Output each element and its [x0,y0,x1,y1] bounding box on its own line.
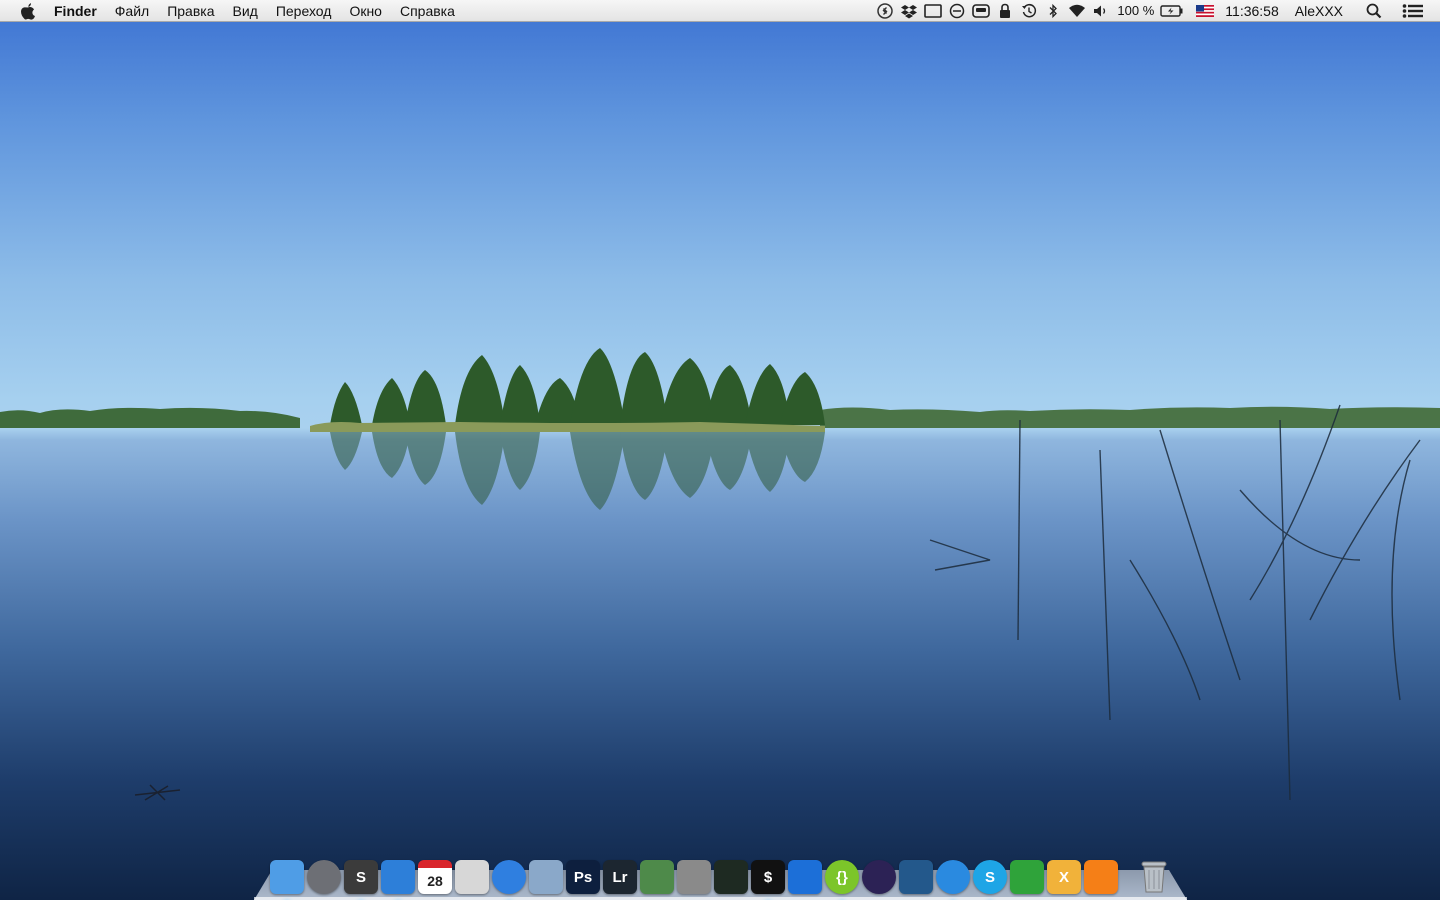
vlc-icon[interactable] [1084,860,1118,894]
menu-go[interactable]: Переход [267,0,341,22]
controller-icon[interactable] [970,0,992,22]
terminal-icon[interactable]: $ [751,860,785,894]
calculator-icon[interactable] [455,860,489,894]
menu-view[interactable]: Вид [224,0,267,22]
volume-icon[interactable] [1090,0,1112,22]
mysql-workbench-icon[interactable] [899,860,933,894]
activity-monitor-icon[interactable] [714,860,748,894]
shazam-icon[interactable] [874,0,896,22]
x11-icon[interactable]: X [1047,860,1081,894]
wifi-icon[interactable] [1066,0,1088,22]
dock-icon-label: Ps [573,868,593,886]
menu-file[interactable]: Файл [106,0,158,22]
sublime-text-icon[interactable]: S [344,860,378,894]
lake-landscape [0,348,1440,801]
dock-icon-label: S [984,868,995,886]
user-menu[interactable]: AleXXX [1287,0,1353,22]
webstorm-icon[interactable] [788,860,822,894]
brackets-icon[interactable]: {} [825,860,859,894]
calendar-icon[interactable]: 28 [418,860,452,894]
trash-icon[interactable] [1137,860,1171,894]
sync-icon[interactable] [946,0,968,22]
preview-icon[interactable] [529,860,563,894]
menu-finder[interactable]: Finder [54,0,106,22]
display-icon[interactable] [922,0,944,22]
eclipse-icon[interactable] [862,860,896,894]
skype-icon[interactable]: S [973,860,1007,894]
dock-icon-label: S [355,868,366,886]
menu-help[interactable]: Справка [391,0,464,22]
battery-charging-icon[interactable] [1159,0,1185,22]
cyberduck-icon[interactable] [381,860,415,894]
notification-center-icon[interactable] [1402,0,1424,22]
finder-icon[interactable] [270,860,304,894]
dock-icon-label: {} [836,868,848,886]
menu-clock[interactable]: 11:36:58 [1217,0,1286,22]
dock: S 28 Ps Lr $ {} S X [270,854,1174,894]
menu-bar: Finder Файл Правка Вид Переход Окно Спра… [0,0,1440,22]
menu-edit[interactable]: Правка [158,0,223,22]
apple-icon[interactable] [18,2,38,20]
dock-icon-label: 28 [427,873,443,889]
menu-window[interactable]: Окно [340,0,391,22]
time-machine-icon[interactable] [1018,0,1040,22]
desktop-wallpaper [0,0,1440,900]
image-capture-icon[interactable] [640,860,674,894]
safari-icon[interactable] [492,860,526,894]
battery-percent[interactable]: 100 % [1113,0,1158,22]
spotlight-search-icon[interactable] [1363,0,1385,22]
dock-icon-label: $ [763,868,773,886]
dock-icon-label: Lr [612,868,628,886]
bluetooth-icon[interactable] [1042,0,1064,22]
lock-icon[interactable] [994,0,1016,22]
adium-icon[interactable] [1010,860,1044,894]
photoshop-icon[interactable]: Ps [566,860,600,894]
us-flag-icon[interactable] [1194,0,1216,22]
dropbox-icon[interactable] [898,0,920,22]
dock-icon-label: X [1058,868,1069,886]
lightroom-icon[interactable]: Lr [603,860,637,894]
system-preferences-icon[interactable] [677,860,711,894]
launchpad-icon[interactable] [307,860,341,894]
itunes-icon[interactable] [936,860,970,894]
